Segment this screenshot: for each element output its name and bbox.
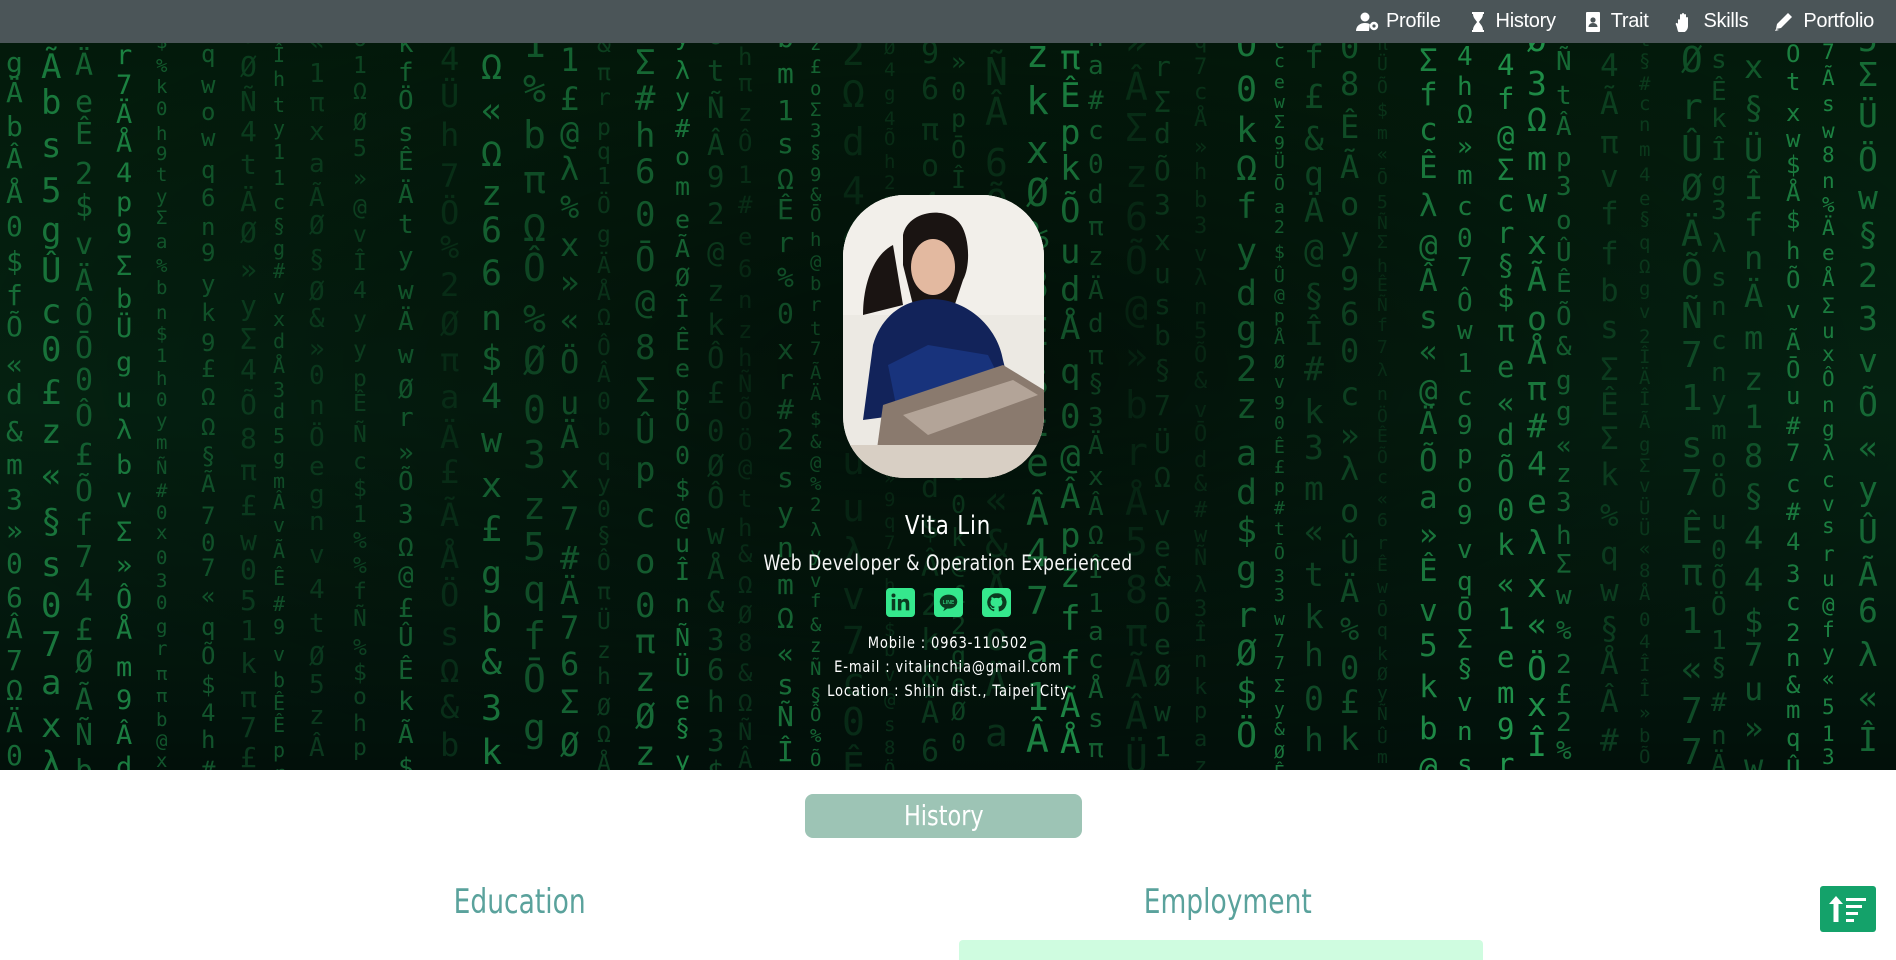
nav-item-portfolio[interactable]: Portfolio — [1773, 10, 1874, 33]
employment-heading: Employment — [1120, 882, 1320, 922]
social-links: LINE — [0, 588, 1896, 617]
employment-label: Employment — [1143, 882, 1312, 922]
nav-label: Skills — [1703, 10, 1749, 32]
nav-menu: Profile History Trait Skills Portfolio — [1355, 0, 1874, 43]
nav-label: History — [1495, 10, 1556, 32]
hourglass-icon — [1471, 11, 1484, 32]
history-section-title: History — [805, 794, 1082, 838]
nav-label: Trait — [1610, 10, 1649, 32]
top-navbar: Profile History Trait Skills Portfolio — [0, 0, 1896, 43]
hand-icon — [1676, 12, 1689, 32]
profile-name: Vita Lin — [904, 511, 992, 541]
education-heading: Education — [420, 882, 620, 922]
sort-up-icon — [1829, 896, 1866, 922]
scroll-to-top-button[interactable] — [1820, 886, 1876, 932]
history-section-label: History — [903, 799, 984, 832]
profile-title: Web Developer & Operation Experienced — [763, 551, 1133, 575]
nav-label: Portfolio — [1803, 10, 1874, 32]
nav-item-skills[interactable]: Skills — [1673, 10, 1749, 33]
nav-item-profile[interactable]: Profile — [1355, 10, 1441, 33]
user-gear-icon — [1355, 12, 1379, 31]
nav-label: Profile — [1385, 10, 1441, 32]
linkedin-icon — [890, 593, 909, 611]
nav-item-history[interactable]: History — [1466, 10, 1556, 33]
contact-location: Location : Shilin dist., Taipei City — [827, 681, 1069, 700]
profile-photo — [843, 195, 1044, 478]
nav-item-trait[interactable]: Trait — [1581, 10, 1649, 33]
id-badge-icon — [1585, 11, 1600, 32]
hero-banner: 0gÄbÂÅ0$fÕ«d&m3»06Â7ΩÄ0#Ãbs5gÛc0£z«§s07a… — [0, 43, 1896, 770]
svg-text:LINE: LINE — [942, 600, 954, 606]
github-icon — [986, 593, 1007, 612]
contact-email: E-mail : vitalinchia@gmail.com — [834, 657, 1062, 676]
employment-card — [959, 940, 1483, 960]
contact-mobile: Mobile : 0963-110502 — [867, 633, 1029, 652]
github-link[interactable] — [981, 588, 1011, 617]
pencil-icon — [1775, 12, 1793, 31]
line-link[interactable]: LINE — [933, 588, 963, 617]
linkedin-link[interactable] — [885, 588, 915, 617]
line-icon: LINE — [939, 594, 957, 612]
education-label: Education — [453, 882, 587, 922]
